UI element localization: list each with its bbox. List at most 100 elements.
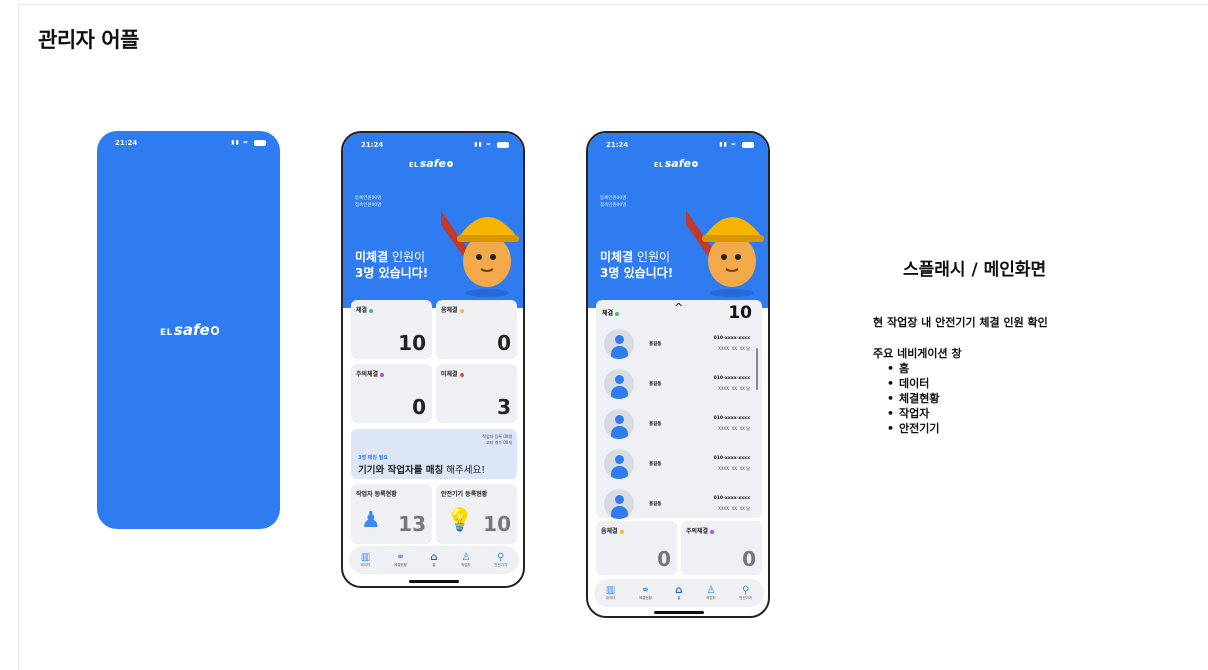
logo-prefix: EL — [409, 161, 419, 169]
home-indicator — [409, 580, 459, 583]
tab-label: 홈 — [432, 563, 436, 567]
card-label-text: 미체결 — [441, 371, 458, 378]
logo-prefix: EL — [160, 328, 173, 338]
page-title: 관리자 어플 — [38, 28, 139, 52]
tab-device[interactable]: ⚲ 안전기기 — [494, 552, 507, 568]
avatar — [604, 489, 634, 519]
list-item[interactable]: 홍길동 010-xxxx-xxxx XXXX. XX. XX 날 — [596, 486, 762, 526]
status-bar: 21:24 ▮▮ ≈ — [588, 141, 768, 151]
headline-rest: 인원이 — [388, 250, 426, 264]
tab-label: 작업자 — [706, 596, 716, 600]
worker-phone: 010-xxxx-xxxx — [713, 336, 750, 341]
navigation-item: 홈 — [887, 361, 962, 376]
card-caution[interactable]: 주의체결 0 — [681, 521, 762, 575]
headline: 미체결 인원이 3명 있습니다! — [355, 249, 428, 281]
card-label-text: 음체결 — [441, 307, 458, 314]
worker-name: 홍길동 — [649, 422, 662, 427]
navigation-list: 홈 데이터 체결현황 작업자 안전기기 — [887, 361, 962, 436]
user-icon: ♙ — [461, 552, 471, 563]
list-item[interactable]: 홍길동 010-xxxx-xxxx XXXX. XX. XX 날 — [596, 326, 762, 366]
card-partial[interactable]: 음체결 0 — [596, 521, 677, 575]
tab-home[interactable]: ⌂ 홈 — [675, 585, 682, 601]
worker-phone: 010-xxxx-xxxx — [713, 456, 750, 461]
status-bar: 21:24 ▮▮ ≈ — [97, 139, 280, 149]
tab-data[interactable]: ▥ 데이터 — [361, 552, 371, 568]
card-value: 3 — [497, 395, 511, 419]
list-item[interactable]: 홍길동 010-xxxx-xxxx XXXX. XX. XX 날 — [596, 446, 762, 486]
navigation-item: 작업자 — [887, 406, 962, 421]
status-dot — [369, 308, 374, 313]
matching-message-rest: 해주세요! — [443, 465, 486, 476]
status-dot — [459, 372, 464, 377]
chart-icon: ▥ — [605, 585, 616, 596]
connected-count: 접속인원00명 — [355, 203, 382, 208]
status-dot — [459, 308, 464, 313]
app-logo: ELsafe — [409, 157, 453, 170]
card-value: 0 — [497, 331, 511, 355]
navigation-description: 주요 네비게이션 창 홈 데이터 체결현황 작업자 안전기기 — [873, 346, 962, 436]
list-item[interactable]: 홍길동 010-xxxx-xxxx XXXX. XX. XX 날 — [596, 366, 762, 406]
status-dot — [710, 529, 715, 534]
tab-device[interactable]: ⚲ 안전기기 — [739, 585, 752, 601]
worker-icon: ♟ — [361, 508, 381, 533]
mascot-illustration — [441, 203, 519, 297]
battery-icon — [742, 141, 754, 148]
battery-icon — [254, 139, 266, 146]
panel-label: 체결 — [602, 308, 620, 317]
link-icon: ⚭ — [641, 585, 650, 596]
worker-name: 홍길동 — [649, 502, 662, 507]
logo-prefix: EL — [654, 161, 664, 169]
registered-count: 등록인원00명 — [355, 196, 382, 201]
card-value: 10 — [483, 512, 511, 536]
avatar — [604, 369, 634, 399]
list-item[interactable]: 홍길동 010-xxxx-xxxx XXXX. XX. XX 날 — [596, 406, 762, 446]
worker-list: 홍길동 010-xxxx-xxxx XXXX. XX. XX 날 홍길동 010… — [596, 326, 762, 526]
status-time: 21:24 — [361, 141, 384, 149]
status-icons: ▮▮ ≈ — [231, 139, 266, 146]
tab-status[interactable]: ⚭ 체결현황 — [394, 552, 407, 568]
worker-name: 홍길동 — [649, 462, 662, 467]
worker-date: XXXX. XX. XX 날 — [718, 426, 750, 431]
tab-data[interactable]: ▥ 데이터 — [606, 585, 616, 601]
tab-label: 안전기기 — [739, 596, 753, 600]
headline-line2: 3명 있습니다! — [355, 266, 429, 280]
tab-worker[interactable]: ♙ 작업자 — [461, 552, 471, 568]
tab-worker[interactable]: ♙ 작업자 — [706, 585, 716, 601]
matching-banner[interactable]: 작업자 등록 00명 고지 개수 00개 3명 매칭 필요 기기와 작업자를 매… — [351, 429, 517, 479]
card-label-text: 체결 — [356, 307, 368, 314]
tab-home[interactable]: ⌂ 홈 — [430, 552, 437, 568]
card-value: 0 — [412, 395, 426, 419]
worker-date: XXXX. XX. XX 날 — [718, 466, 750, 471]
meta-line2: 고지 개수 00개 — [485, 440, 512, 445]
headline-bold: 미체결 — [355, 250, 389, 264]
card-unfastened[interactable]: 미체결 3 — [436, 364, 517, 423]
worker-registration-card[interactable]: 작업자 등록현황 ♟ 13 — [351, 484, 432, 544]
status-icons: ▮▮ ≈ — [474, 141, 509, 148]
user-icon: ♙ — [706, 585, 716, 596]
headline-line2: 3명 있습니다! — [600, 266, 674, 280]
card-caution[interactable]: 주의체결 0 — [351, 364, 432, 423]
worker-date: XXXX. XX. XX 날 — [718, 386, 750, 391]
card-label: 체결 — [356, 305, 374, 314]
card-partial[interactable]: 음체결 0 — [436, 300, 517, 359]
hero-banner: 21:24 ▮▮ ≈ ELsafe 등록인원00명 접속인원00명 미체결 인원… — [588, 133, 768, 308]
home-indicator — [654, 611, 704, 614]
collapse-chevron-icon[interactable]: ^ — [674, 301, 683, 314]
card-label: 미체결 — [441, 369, 464, 378]
tab-status[interactable]: ⚭ 체결현황 — [639, 585, 652, 601]
card-label: 안전기기 등록현황 — [441, 491, 488, 498]
status-icons: ▮▮ ≈ — [719, 141, 754, 148]
device-registration-card[interactable]: 안전기기 등록현황 💡 10 — [436, 484, 517, 544]
bottom-navigation: ▥ 데이터 ⚭ 체결현황 ⌂ 홈 ♙ 작업자 ⚲ 안전기기 — [594, 579, 764, 607]
status-bar: 21:24 ▮▮ ≈ — [343, 141, 523, 151]
card-fastened[interactable]: 체결 10 — [351, 300, 432, 359]
worker-date: XXXX. XX. XX 날 — [718, 346, 750, 351]
bulb-icon: 💡 — [446, 508, 474, 533]
avatar — [604, 449, 634, 479]
logo-word: safe — [419, 157, 446, 170]
battery-icon — [497, 141, 509, 148]
registered-count: 등록인원00명 — [600, 196, 627, 201]
tab-label: 체결현황 — [393, 563, 407, 567]
bulb-icon: ⚲ — [742, 585, 750, 596]
avatar — [604, 409, 634, 439]
